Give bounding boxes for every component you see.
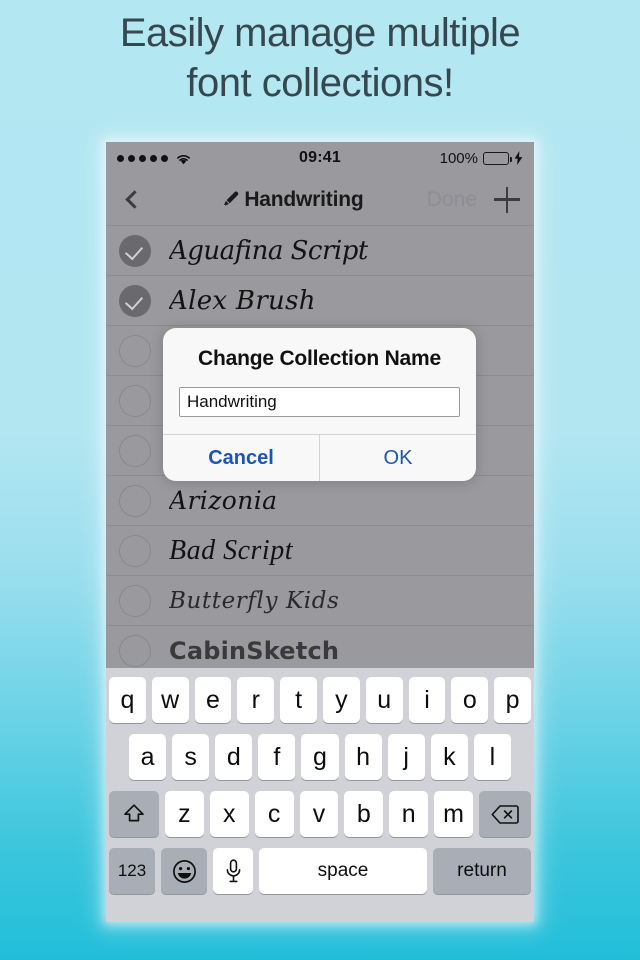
key-x[interactable]: x [209, 791, 249, 837]
chevron-left-icon [124, 190, 144, 209]
on-screen-keyboard[interactable]: qwertyuiop asdfghjkl zxcvbnm 123 space r… [106, 668, 534, 922]
checkmark-icon[interactable] [119, 284, 151, 317]
key-v[interactable]: v [299, 791, 339, 837]
dialog-title: Change Collection Name [198, 347, 441, 370]
shift-icon [122, 802, 146, 826]
back-button[interactable] [106, 190, 158, 209]
promo-headline-line2: font collections! [186, 61, 454, 105]
status-bar-right: 100% [320, 150, 523, 167]
key-n[interactable]: n [389, 791, 429, 837]
key-j[interactable]: j [387, 734, 425, 780]
key-d[interactable]: d [215, 734, 253, 780]
done-button[interactable]: Done [427, 188, 490, 212]
rename-collection-dialog: Change Collection Name Cancel OK [163, 328, 476, 481]
emoji-key[interactable] [161, 848, 207, 894]
keyboard-row-2: asdfghjkl [106, 734, 534, 780]
backspace-icon [491, 804, 519, 825]
phone-device-frame: 09:41 100% Handwriting Done Aguafina Scr… [106, 142, 534, 922]
microphone-icon [225, 859, 242, 883]
key-g[interactable]: g [301, 734, 339, 780]
font-name-label: Arizonia [169, 486, 278, 515]
numbers-key[interactable]: 123 [109, 848, 155, 894]
dialog-body: Change Collection Name [163, 328, 476, 434]
collection-title-button[interactable]: Handwriting [158, 188, 427, 212]
key-c[interactable]: c [254, 791, 294, 837]
page-title: Handwriting [244, 187, 364, 211]
font-list-row[interactable]: Aguafina Script [106, 226, 534, 276]
key-q[interactable]: q [109, 677, 146, 723]
battery-percent-label: 100% [439, 149, 478, 167]
unchecked-circle-icon[interactable] [119, 334, 151, 367]
unchecked-circle-icon[interactable] [119, 634, 151, 667]
plus-icon [494, 186, 520, 213]
backspace-key[interactable] [479, 791, 531, 837]
charging-bolt-icon [514, 151, 523, 165]
font-list-row[interactable]: Arizonia [106, 476, 534, 526]
unchecked-circle-icon[interactable] [119, 584, 151, 617]
key-y[interactable]: y [323, 677, 360, 723]
key-p[interactable]: p [494, 677, 531, 723]
key-b[interactable]: b [344, 791, 384, 837]
key-s[interactable]: s [172, 734, 210, 780]
keyboard-letters-row-3: zxcvbnm [165, 791, 474, 837]
font-name-label: CabinSketch [169, 636, 340, 665]
font-name-label: Alex Brush [169, 285, 316, 316]
dictation-key[interactable] [213, 848, 253, 894]
font-list-row[interactable]: Alex Brush [106, 276, 534, 326]
unchecked-circle-icon[interactable] [119, 434, 151, 467]
keyboard-row-1: qwertyuiop [106, 677, 534, 723]
unchecked-circle-icon[interactable] [119, 534, 151, 567]
font-name-label: Aguafina Script [169, 235, 368, 266]
key-f[interactable]: f [258, 734, 296, 780]
ok-button[interactable]: OK [320, 435, 476, 481]
keyboard-row-3: zxcvbnm [106, 791, 534, 837]
key-z[interactable]: z [165, 791, 204, 837]
key-u[interactable]: u [365, 677, 403, 723]
keyboard-row-4: 123 space return [106, 848, 534, 894]
key-h[interactable]: h [344, 734, 382, 780]
key-o[interactable]: o [451, 677, 489, 723]
unchecked-circle-icon[interactable] [119, 384, 151, 417]
status-bar: 09:41 100% [106, 142, 534, 174]
key-t[interactable]: t [280, 677, 317, 723]
emoji-icon [172, 859, 197, 884]
key-l[interactable]: l [473, 734, 511, 780]
checkmark-icon[interactable] [119, 234, 151, 267]
font-name-label: Butterfly Kids [169, 587, 340, 614]
phone-screen: 09:41 100% Handwriting Done Aguafina Scr… [106, 142, 534, 922]
font-name-label: Bad Script [169, 534, 293, 566]
unchecked-circle-icon[interactable] [119, 484, 151, 517]
collection-name-input[interactable] [179, 387, 460, 417]
key-r[interactable]: r [237, 677, 275, 723]
key-w[interactable]: w [151, 677, 189, 723]
key-k[interactable]: k [430, 734, 468, 780]
promo-headline-line1: Easily manage multiple [119, 11, 521, 55]
key-m[interactable]: m [434, 791, 474, 837]
key-i[interactable]: i [408, 677, 446, 723]
key-a[interactable]: a [129, 734, 167, 780]
cancel-button[interactable]: Cancel [163, 435, 320, 481]
pencil-icon [221, 190, 240, 209]
font-list-row[interactable]: Butterfly Kids [106, 576, 534, 626]
shift-key[interactable] [109, 791, 159, 837]
dialog-buttons: Cancel OK [163, 434, 476, 481]
font-list-row[interactable]: Bad Script [106, 526, 534, 576]
space-key[interactable]: space [259, 848, 427, 894]
battery-icon [483, 151, 512, 165]
promo-headline: Easily manage multiple font collections! [0, 8, 640, 108]
key-e[interactable]: e [194, 677, 232, 723]
add-font-button[interactable] [490, 186, 534, 213]
return-key[interactable]: return [433, 848, 531, 894]
navigation-bar: Handwriting Done [106, 174, 534, 226]
